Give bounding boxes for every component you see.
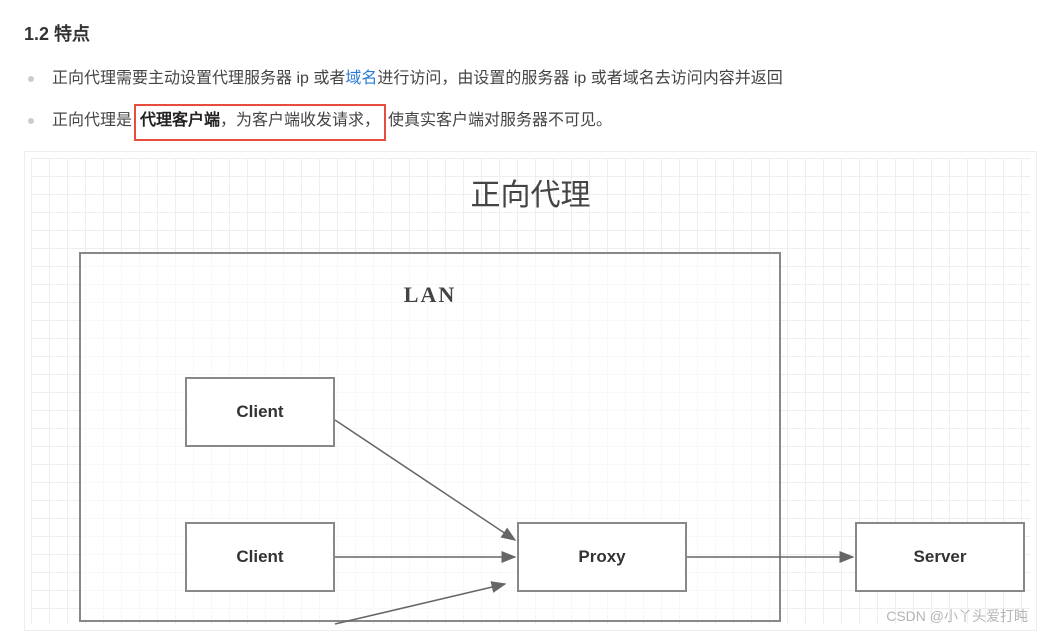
- diagram-container: 正向代理 LAN Client Client Proxy Server CSDN…: [24, 151, 1037, 631]
- feature-list: 正向代理需要主动设置代理服务器 ip 或者域名进行访问，由设置的服务器 ip 或…: [28, 64, 1037, 139]
- text: 正向代理需要主动设置代理服务器 ip 或者: [52, 70, 345, 87]
- section-title: 1.2 特点: [24, 20, 1037, 46]
- text: ，为客户端收发请求，: [220, 112, 380, 129]
- client-node: Client: [185, 377, 335, 447]
- bold-text: 代理客户端: [140, 112, 220, 129]
- list-item: 正向代理是代理客户端，为客户端收发请求，使真实客户端对服务器不可见。: [28, 106, 1037, 138]
- proxy-node: Proxy: [517, 522, 687, 592]
- text: 正向代理是: [52, 112, 132, 129]
- watermark-author: 小丫头爱打盹: [944, 608, 1028, 624]
- list-item: 正向代理需要主动设置代理服务器 ip 或者域名进行访问，由设置的服务器 ip 或…: [28, 64, 1037, 94]
- watermark: CSDN @小丫头爱打盹: [886, 606, 1028, 626]
- highlight-box: 代理客户端，为客户端收发请求，: [134, 104, 386, 140]
- server-node: Server: [855, 522, 1025, 592]
- domain-link[interactable]: 域名: [345, 70, 377, 87]
- client-node: Client: [185, 522, 335, 592]
- watermark-prefix: CSDN @: [886, 608, 944, 624]
- text: 使真实客户端对服务器不可见。: [388, 112, 612, 129]
- diagram-title: 正向代理: [471, 170, 591, 214]
- lan-label: LAN: [404, 282, 456, 308]
- text: 进行访问，由设置的服务器 ip 或者域名去访问内容并返回: [377, 70, 782, 87]
